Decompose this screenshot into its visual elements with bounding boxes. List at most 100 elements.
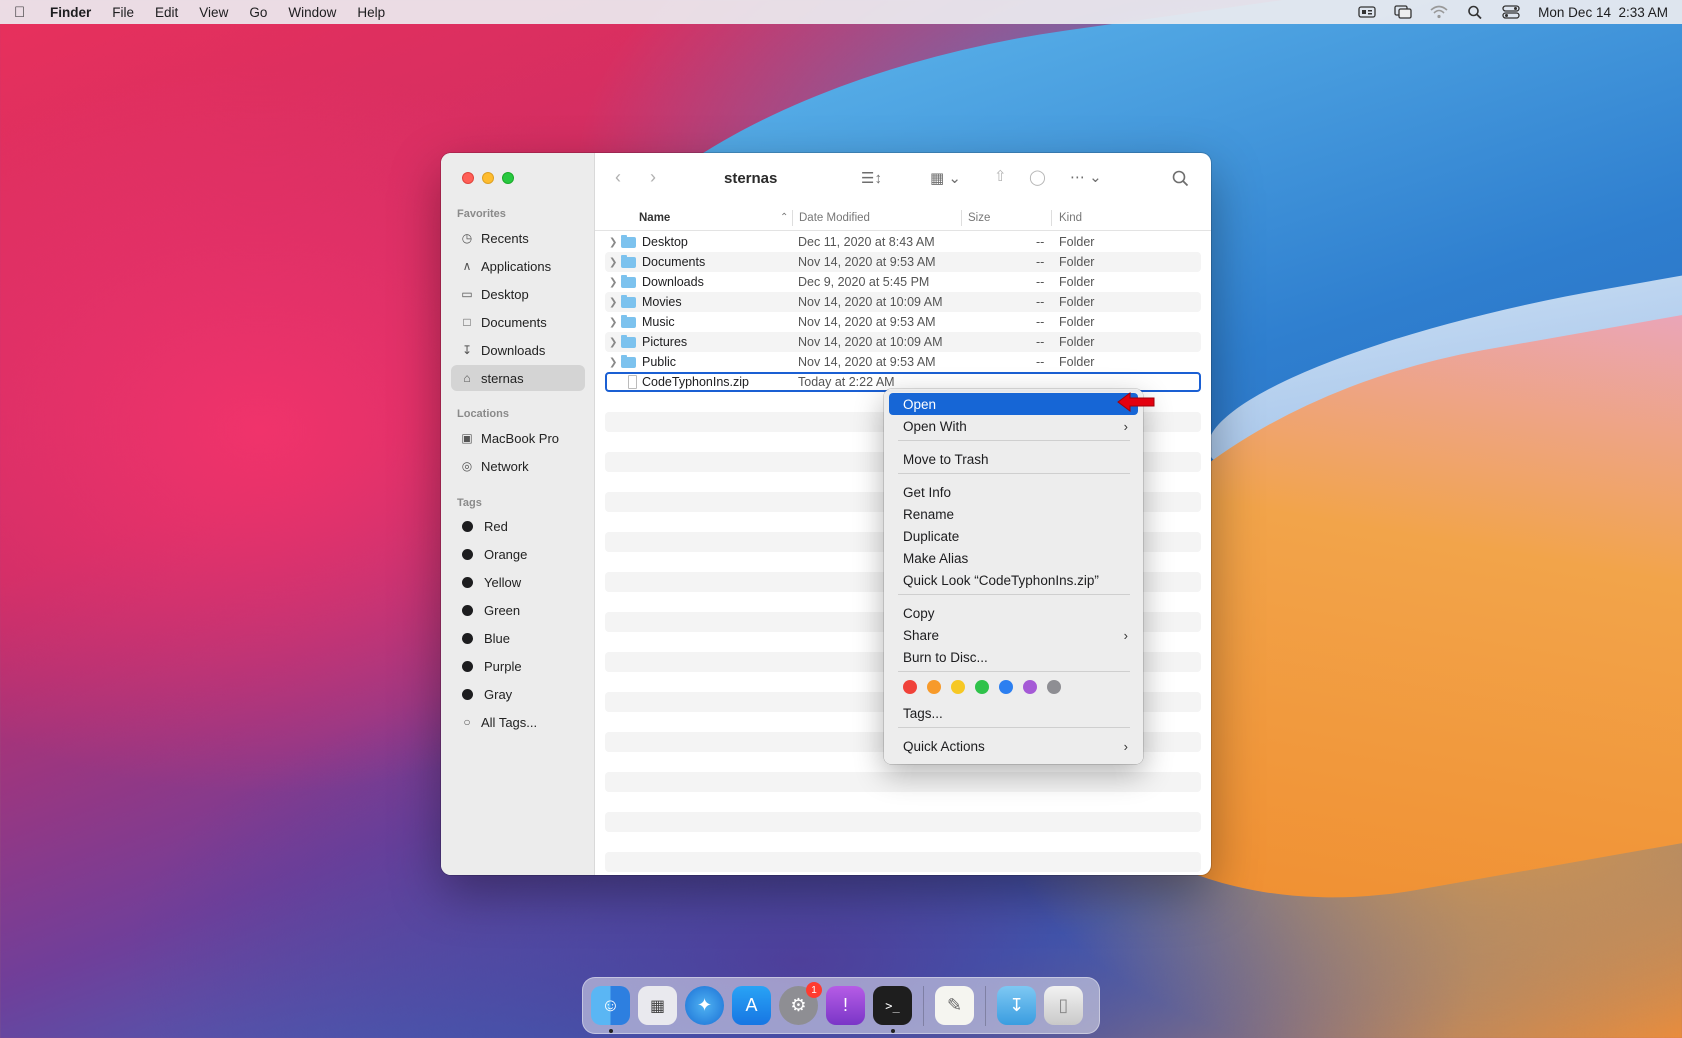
menu-app-finder[interactable]: Finder (50, 5, 91, 20)
trash-icon[interactable]: ▯ (1044, 986, 1083, 1025)
tag-icon[interactable]: ◯ (1029, 168, 1046, 186)
sidebar-item-applications[interactable]: ∧ Applications (451, 253, 585, 279)
close-button[interactable] (462, 172, 474, 184)
menu-file[interactable]: File (112, 5, 134, 20)
screen-mirroring-icon[interactable] (1394, 5, 1412, 19)
sidebar-tag-orange[interactable]: Orange (451, 541, 585, 567)
menu-item-make-alias[interactable]: Make Alias (889, 547, 1138, 569)
disclosure-chevron-icon[interactable]: ❯ (609, 297, 617, 308)
menu-help[interactable]: Help (357, 5, 385, 20)
sidebar-item-network[interactable]: ◎ Network (451, 453, 585, 479)
menu-item-share[interactable]: Share › (889, 624, 1138, 646)
tag-color-green[interactable] (975, 680, 989, 694)
sidebar-item-desktop[interactable]: ▭ Desktop (451, 281, 585, 307)
zoom-button[interactable] (502, 172, 514, 184)
system-preferences-icon[interactable]: ⚙ 1 (779, 982, 822, 1025)
sidebar-item-label: Gray (484, 686, 513, 702)
app-store-icon[interactable]: A (732, 986, 771, 1025)
back-icon[interactable]: ‹ (615, 167, 621, 188)
tag-color-orange[interactable] (927, 680, 941, 694)
table-row[interactable]: ❯ Music Nov 14, 2020 at 9:53 AM -- Folde… (605, 312, 1201, 332)
menu-item-copy[interactable]: Copy (889, 602, 1138, 624)
wifi-icon[interactable] (1430, 5, 1448, 19)
disclosure-chevron-icon[interactable]: ❯ (609, 257, 617, 268)
table-row[interactable]: ❯ Downloads Dec 9, 2020 at 5:45 PM -- Fo… (605, 272, 1201, 292)
table-row[interactable]: ❯ Public Nov 14, 2020 at 9:53 AM -- Fold… (605, 352, 1201, 372)
menu-edit[interactable]: Edit (155, 5, 178, 20)
table-row[interactable]: ❯ Desktop Dec 11, 2020 at 8:43 AM -- Fol… (605, 232, 1201, 252)
menu-item-tags[interactable]: Tags... (889, 702, 1138, 724)
disclosure-chevron-icon[interactable]: ❯ (609, 237, 617, 248)
sidebar-item-downloads[interactable]: ↧ Downloads (451, 337, 585, 363)
table-row[interactable]: ❯ Movies Nov 14, 2020 at 10:09 AM -- Fol… (605, 292, 1201, 312)
sidebar-item-documents[interactable]: □ Documents (451, 309, 585, 335)
sidebar-tag-red[interactable]: Red (451, 513, 585, 539)
sidebar-tag-yellow[interactable]: Yellow (451, 569, 585, 595)
feedback-icon[interactable]: ! (826, 986, 865, 1025)
column-divider[interactable] (961, 210, 962, 226)
sidebar-item-macbook-pro[interactable]: ▣ MacBook Pro (451, 425, 585, 451)
column-name[interactable]: Name (639, 212, 670, 224)
menu-item-quick-actions[interactable]: Quick Actions › (889, 735, 1138, 757)
column-kind[interactable]: Kind (1059, 212, 1082, 224)
tag-color-purple[interactable] (1023, 680, 1037, 694)
sidebar-tag-gray[interactable]: Gray (451, 681, 585, 707)
sort-ascending-icon[interactable]: ⌃ (780, 212, 788, 223)
search-icon[interactable] (1172, 170, 1189, 187)
table-row[interactable]: ❯ Documents Nov 14, 2020 at 9:53 AM -- F… (605, 252, 1201, 272)
menu-item-burn-to-disc[interactable]: Burn to Disc... (889, 646, 1138, 668)
spotlight-search-icon[interactable] (1466, 5, 1484, 19)
safari-icon[interactable]: ✦ (685, 986, 724, 1025)
disclosure-chevron-icon[interactable]: ❯ (609, 277, 617, 288)
menubar-clock[interactable]: Mon Dec 14 2:33 AM (1538, 5, 1668, 20)
downloads-folder-icon[interactable]: ↧ (997, 986, 1036, 1025)
menu-item-open[interactable]: Open (889, 393, 1138, 415)
sidebar-item-recents[interactable]: ◷ Recents (451, 225, 585, 251)
list-view-icon[interactable]: ☰↕ (861, 169, 882, 187)
empty-row (605, 812, 1201, 832)
tag-color-yellow[interactable] (951, 680, 965, 694)
tag-color-gray[interactable] (1047, 680, 1061, 694)
column-date-modified[interactable]: Date Modified (799, 212, 870, 224)
menu-item-quick-look[interactable]: Quick Look “CodeTyphonIns.zip” (889, 569, 1138, 591)
menu-view[interactable]: View (199, 5, 228, 20)
finder-icon[interactable]: ☺ (591, 986, 630, 1033)
disclosure-chevron-icon[interactable]: ❯ (609, 317, 617, 328)
menu-item-get-info[interactable]: Get Info (889, 481, 1138, 503)
sidebar-tag-purple[interactable]: Purple (451, 653, 585, 679)
minimize-button[interactable] (482, 172, 494, 184)
sidebar-all-tags[interactable]: ○ All Tags... (451, 709, 585, 735)
file-kind: Folder (1059, 275, 1095, 289)
sidebar-tag-blue[interactable]: Blue (451, 625, 585, 651)
share-icon[interactable]: ⇧ (994, 167, 1007, 185)
menu-go[interactable]: Go (249, 5, 267, 20)
textedit-icon[interactable]: ✎ (935, 986, 974, 1025)
sidebar-item-sternas[interactable]: ⌂ sternas (451, 365, 585, 391)
file-size: -- (1036, 355, 1045, 369)
menu-item-move-to-trash[interactable]: Move to Trash (889, 448, 1138, 470)
column-divider[interactable] (792, 210, 793, 226)
menu-window[interactable]: Window (288, 5, 336, 20)
forward-icon[interactable]: › (650, 167, 656, 188)
launchpad-icon[interactable]: ▦ (638, 986, 677, 1025)
disclosure-chevron-icon[interactable]: ❯ (609, 337, 617, 348)
tag-dot-icon (462, 632, 473, 644)
column-size[interactable]: Size (968, 212, 990, 224)
action-menu-icon[interactable]: ⋯ ⌄ (1070, 168, 1102, 186)
keyboard-input-icon[interactable] (1358, 5, 1376, 19)
terminal-icon[interactable]: >_ (873, 986, 912, 1033)
sidebar-item-label: Orange (484, 546, 528, 562)
tag-color-blue[interactable] (999, 680, 1013, 694)
apple-icon[interactable]:  (14, 4, 30, 21)
group-icon[interactable]: ▦ ⌄ (930, 169, 961, 187)
menu-item-duplicate[interactable]: Duplicate (889, 525, 1138, 547)
column-divider[interactable] (1051, 210, 1052, 226)
file-date: Nov 14, 2020 at 9:53 AM (798, 255, 936, 269)
menu-item-rename[interactable]: Rename (889, 503, 1138, 525)
control-center-icon[interactable] (1502, 5, 1520, 19)
table-row[interactable]: ❯ Pictures Nov 14, 2020 at 10:09 AM -- F… (605, 332, 1201, 352)
disclosure-chevron-icon[interactable]: ❯ (609, 357, 617, 368)
menu-item-open-with[interactable]: Open With › (889, 415, 1138, 437)
tag-color-red[interactable] (903, 680, 917, 694)
sidebar-tag-green[interactable]: Green (451, 597, 585, 623)
